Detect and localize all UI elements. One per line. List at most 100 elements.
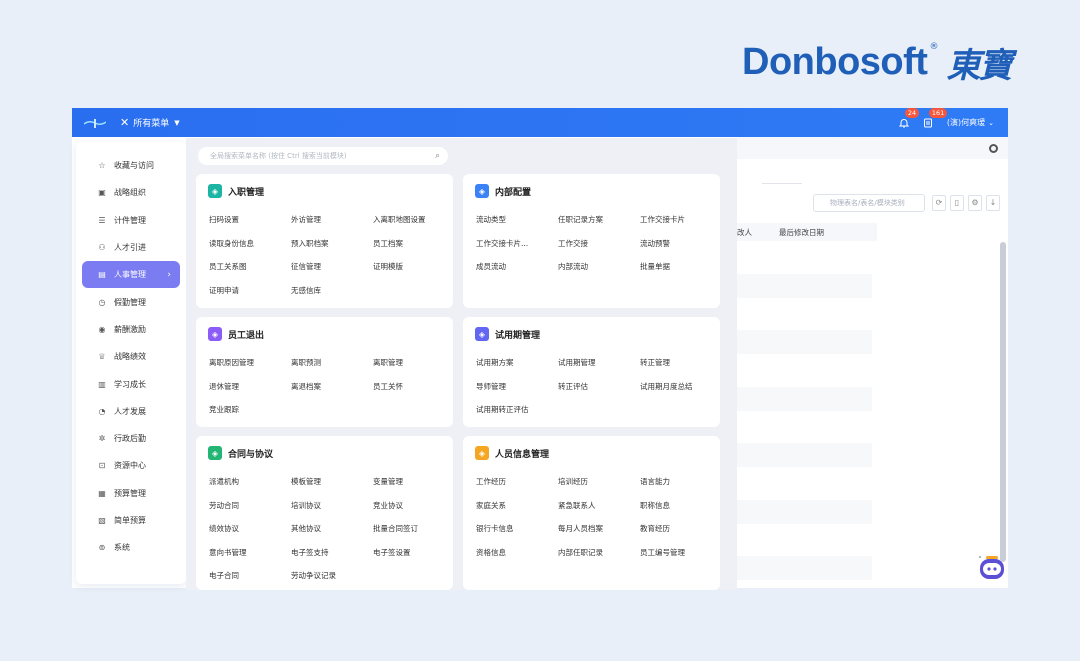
menu-link[interactable]: 员工编号管理 bbox=[640, 547, 685, 558]
menu-link[interactable]: 语言能力 bbox=[640, 476, 670, 487]
menu-link[interactable]: 试用期方案 bbox=[476, 357, 514, 368]
menu-link[interactable]: 扫码设置 bbox=[209, 214, 239, 225]
menu-link[interactable]: 派遣机构 bbox=[209, 476, 239, 487]
menu-link[interactable]: 工作交接卡片... bbox=[476, 238, 528, 249]
menu-link[interactable]: 每月人员档案 bbox=[558, 523, 603, 534]
menu-link[interactable]: 转正管理 bbox=[640, 357, 670, 368]
sidebar-item[interactable]: ▤ 人事管理 › bbox=[82, 261, 180, 289]
table-row[interactable] bbox=[737, 330, 872, 354]
download-icon[interactable]: ↓ bbox=[986, 195, 1000, 211]
menu-link[interactable]: 银行卡信息 bbox=[476, 523, 514, 534]
table-row[interactable] bbox=[737, 500, 872, 524]
menu-link[interactable]: 工作经历 bbox=[476, 476, 506, 487]
menu-card-header: ◈ 员工退出 bbox=[208, 327, 264, 341]
menu-link[interactable]: 离退档案 bbox=[291, 381, 321, 392]
menu-link[interactable]: 竞业协议 bbox=[373, 500, 403, 511]
table-row[interactable] bbox=[737, 274, 872, 298]
menu-link[interactable]: 员工档案 bbox=[373, 238, 403, 249]
menu-link[interactable]: 竞业跟踪 bbox=[209, 404, 239, 415]
close-icon[interactable]: ✕ bbox=[120, 116, 129, 129]
table-row[interactable] bbox=[737, 387, 872, 411]
sidebar-item[interactable]: ⚇ 人才引进 bbox=[82, 234, 180, 261]
menu-link[interactable]: 电子签支持 bbox=[291, 547, 329, 558]
menu-link[interactable]: 无感信库 bbox=[291, 285, 321, 296]
menu-link[interactable]: 入离职地图设置 bbox=[373, 214, 426, 225]
sidebar-item[interactable]: ▣ 战略组织 bbox=[82, 179, 180, 206]
menu-link[interactable]: 培训经历 bbox=[558, 476, 588, 487]
search-icon[interactable]: ⌕ bbox=[435, 147, 440, 165]
sidebar-item[interactable]: ⊚ 系统 bbox=[82, 534, 180, 561]
menu-link[interactable]: 模板管理 bbox=[291, 476, 321, 487]
sidebar-item[interactable]: ▧ 简单预算 bbox=[82, 507, 180, 534]
notification-button[interactable]: 24 bbox=[898, 108, 920, 128]
menu-link[interactable]: 工作交接卡片 bbox=[640, 214, 685, 225]
menu-link[interactable]: 绩效协议 bbox=[209, 523, 239, 534]
menu-link[interactable]: 内部任职记录 bbox=[558, 547, 603, 558]
menu-link[interactable]: 外访管理 bbox=[291, 214, 321, 225]
document-icon[interactable]: ▯ bbox=[950, 195, 964, 211]
menu-link[interactable]: 离职管理 bbox=[373, 357, 403, 368]
menu-link[interactable]: 离职预测 bbox=[291, 357, 321, 368]
menu-link[interactable]: 试用期转正评估 bbox=[476, 404, 529, 415]
sidebar-item[interactable]: ▦ 预算管理 bbox=[82, 480, 180, 507]
menu-link[interactable]: 批量合同签订 bbox=[373, 523, 418, 534]
menu-link[interactable]: 变量管理 bbox=[373, 476, 403, 487]
sidebar-item[interactable]: ◉ 薪酬激励 bbox=[82, 316, 180, 343]
sidebar-item[interactable]: ⊡ 资源中心 bbox=[82, 452, 180, 479]
menu-link[interactable]: 资格信息 bbox=[476, 547, 506, 558]
menu-link[interactable]: 职称信息 bbox=[640, 500, 670, 511]
task-button[interactable]: 161 bbox=[923, 108, 948, 128]
table-row[interactable] bbox=[737, 556, 872, 580]
record-icon[interactable] bbox=[989, 144, 998, 153]
menu-link[interactable]: 其他协议 bbox=[291, 523, 321, 534]
contract-icon: ◈ bbox=[208, 446, 222, 460]
menu-search-input[interactable]: 全局搜索菜单名称 (按住 Ctrl 搜索当前模块) ⌕ bbox=[198, 147, 448, 165]
settings-icon[interactable]: ⚙ bbox=[968, 195, 982, 211]
refresh-icon[interactable]: ⟳ bbox=[932, 195, 946, 211]
menu-link[interactable]: 员工关系图 bbox=[209, 261, 247, 272]
chevron-right-icon: › bbox=[167, 269, 171, 280]
table-row[interactable] bbox=[737, 443, 872, 467]
user-menu[interactable]: (演)何爽瑷 ⌄ bbox=[947, 117, 994, 128]
sidebar-item[interactable]: ☰ 计件管理 bbox=[82, 207, 180, 234]
menu-link[interactable]: 证明模版 bbox=[373, 261, 403, 272]
menu-link[interactable]: 内部流动 bbox=[558, 261, 588, 272]
menu-link[interactable]: 意向书管理 bbox=[209, 547, 247, 558]
all-menu-toggle[interactable]: ✕ 所有菜单 ▼ bbox=[120, 116, 180, 129]
sidebar-item[interactable]: ♕ 战略绩效 bbox=[82, 343, 180, 370]
sidebar-item[interactable]: ▥ 学习成长 bbox=[82, 370, 180, 397]
assistant-robot-icon[interactable] bbox=[977, 552, 1007, 582]
menu-link[interactable]: 流动预警 bbox=[640, 238, 670, 249]
menu-link[interactable]: 预入职档案 bbox=[291, 238, 329, 249]
menu-link[interactable]: 批量单据 bbox=[640, 261, 670, 272]
menu-link[interactable]: 试用期管理 bbox=[558, 357, 596, 368]
menu-link[interactable]: 紧急联系人 bbox=[558, 500, 596, 511]
menu-link[interactable]: 离职原因管理 bbox=[209, 357, 254, 368]
menu-link[interactable]: 教育经历 bbox=[640, 523, 670, 534]
menu-link[interactable]: 劳动合同 bbox=[209, 500, 239, 511]
menu-link[interactable]: 转正评估 bbox=[558, 381, 588, 392]
table-search-input[interactable]: 物理表名/表名/模块类别 bbox=[813, 194, 925, 212]
menu-link[interactable]: 家庭关系 bbox=[476, 500, 506, 511]
menu-link[interactable]: 导师管理 bbox=[476, 381, 506, 392]
menu-link[interactable]: 退休管理 bbox=[209, 381, 239, 392]
menu-link[interactable]: 征信管理 bbox=[291, 261, 321, 272]
menu-link[interactable]: 工作交接 bbox=[558, 238, 588, 249]
menu-link[interactable]: 流动类型 bbox=[476, 214, 506, 225]
scrollbar[interactable] bbox=[1000, 242, 1006, 562]
sidebar-item[interactable]: ☆ 收藏与访问 bbox=[82, 152, 180, 179]
sidebar-item-label: 薪酬激励 bbox=[114, 324, 146, 334]
sidebar-item[interactable]: ✲ 行政后勤 bbox=[82, 425, 180, 452]
menu-link[interactable]: 任职记录方案 bbox=[558, 214, 603, 225]
menu-link[interactable]: 成员流动 bbox=[476, 261, 506, 272]
menu-link[interactable]: 培训协议 bbox=[291, 500, 321, 511]
menu-link[interactable]: 电子签设置 bbox=[373, 547, 411, 558]
menu-link[interactable]: 劳动争议记录 bbox=[291, 570, 336, 581]
menu-link[interactable]: 试用期月度总结 bbox=[640, 381, 693, 392]
menu-link[interactable]: 员工关怀 bbox=[373, 381, 403, 392]
menu-link[interactable]: 读取身份信息 bbox=[209, 238, 254, 249]
menu-link[interactable]: 证明申请 bbox=[209, 285, 239, 296]
sidebar-item[interactable]: ◷ 假勤管理 bbox=[82, 288, 180, 315]
menu-link[interactable]: 电子合同 bbox=[209, 570, 239, 581]
sidebar-item[interactable]: ◔ 人才发展 bbox=[82, 398, 180, 425]
